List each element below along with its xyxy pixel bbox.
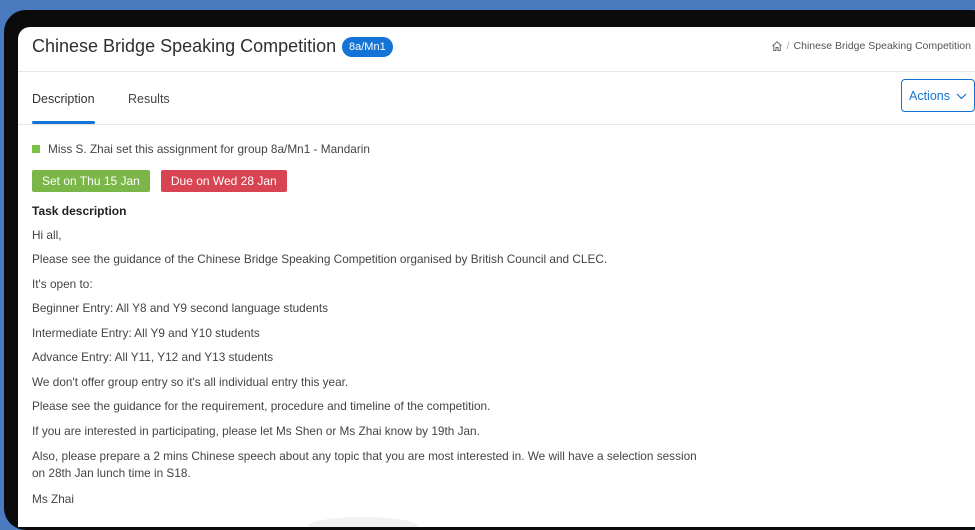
task-signature: Ms Zhai [32, 491, 74, 506]
home-icon[interactable] [771, 40, 783, 52]
set-date-badge: Set on Thu 15 Jan [32, 170, 150, 192]
square-icon [32, 145, 40, 153]
task-paragraph: It's open to: [32, 276, 93, 291]
tabs-bar: Description Results Actions [18, 72, 975, 125]
set-by-text: Miss S. Zhai set this assignment for gro… [48, 142, 370, 156]
tab-description[interactable]: Description [32, 92, 95, 124]
task-paragraph: Advance Entry: All Y11, Y12 and Y13 stud… [32, 350, 274, 364]
task-paragraph: If you are interested in participating, … [32, 423, 480, 438]
breadcrumb-current: Chinese Bridge Speaking Competition [793, 40, 971, 52]
chevron-down-icon [956, 89, 967, 103]
breadcrumb: / Chinese Bridge Speaking Competition [771, 40, 971, 52]
task-paragraph: Also, please prepare a 2 mins Chinese sp… [32, 449, 697, 480]
breadcrumb-separator: / [786, 40, 790, 52]
due-date-badge: Due on Wed 28 Jan [160, 170, 287, 192]
tab-results[interactable]: Results [128, 92, 170, 106]
group-badge: 8a/Mn1 [342, 37, 393, 57]
task-paragraph: We don't offer group entry so it's all i… [32, 374, 349, 389]
task-paragraph: Please see the guidance of the Chinese B… [32, 252, 608, 266]
task-paragraph: Please see the guidance for the requirem… [32, 399, 491, 413]
date-badges: Set on Thu 15 Jan Due on Wed 28 Jan [32, 170, 962, 192]
scroll-indicator [308, 517, 418, 527]
page-title: Chinese Bridge Speaking Competition [32, 36, 337, 56]
app-screen: Chinese Bridge Speaking Competition 8a/M… [18, 27, 975, 527]
actions-label: Actions [909, 88, 950, 103]
task-paragraph: Hi all, [32, 227, 62, 242]
set-by-line: Miss S. Zhai set this assignment for gro… [32, 142, 962, 156]
page-header: Chinese Bridge Speaking Competition 8a/M… [18, 27, 975, 72]
task-paragraph: Intermediate Entry: All Y9 and Y10 stude… [32, 325, 260, 340]
device-frame: Chinese Bridge Speaking Competition 8a/M… [4, 10, 975, 530]
task-heading: Task description [32, 204, 127, 218]
task-paragraph: Beginner Entry: All Y8 and Y9 second lan… [32, 301, 329, 315]
assignment-content: Miss S. Zhai set this assignment for gro… [32, 142, 962, 507]
actions-button[interactable]: Actions [901, 79, 975, 112]
